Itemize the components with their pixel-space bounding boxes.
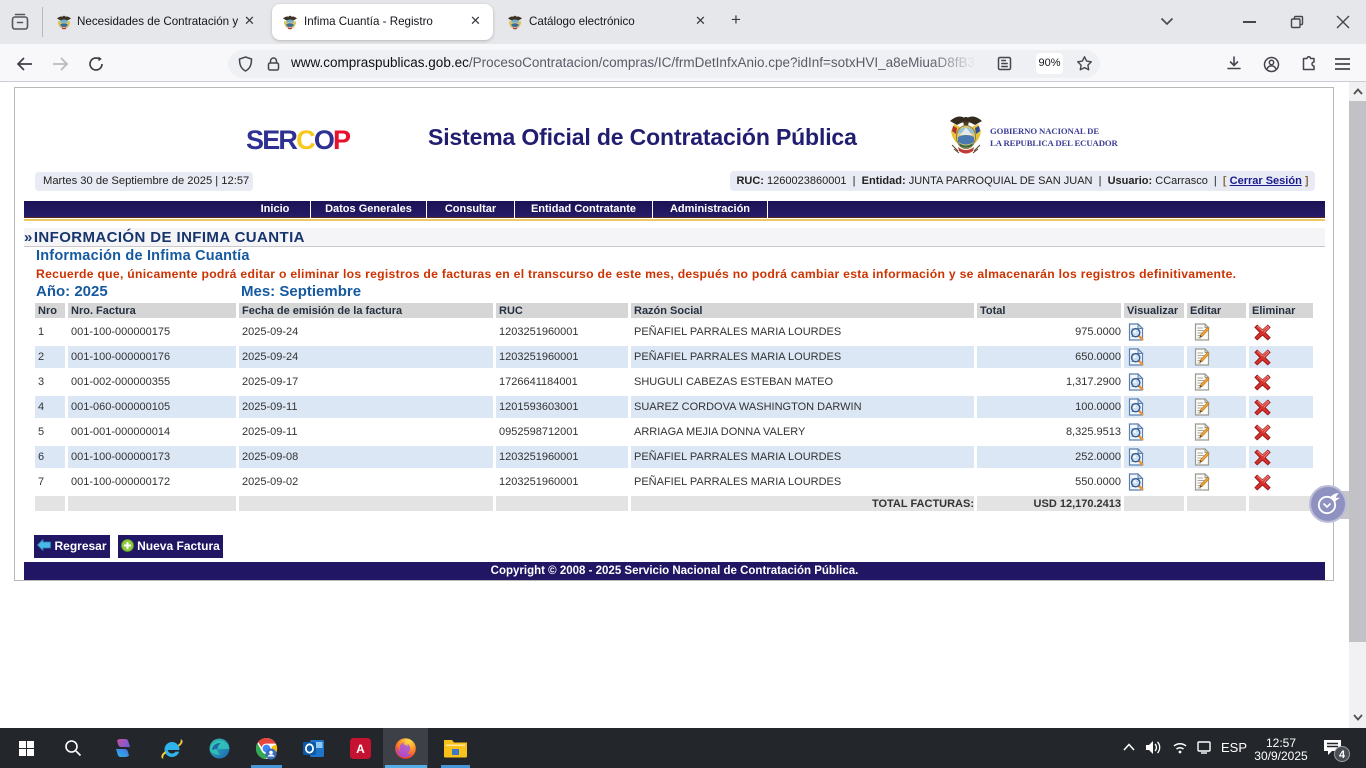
svg-text:A: A — [356, 742, 365, 756]
